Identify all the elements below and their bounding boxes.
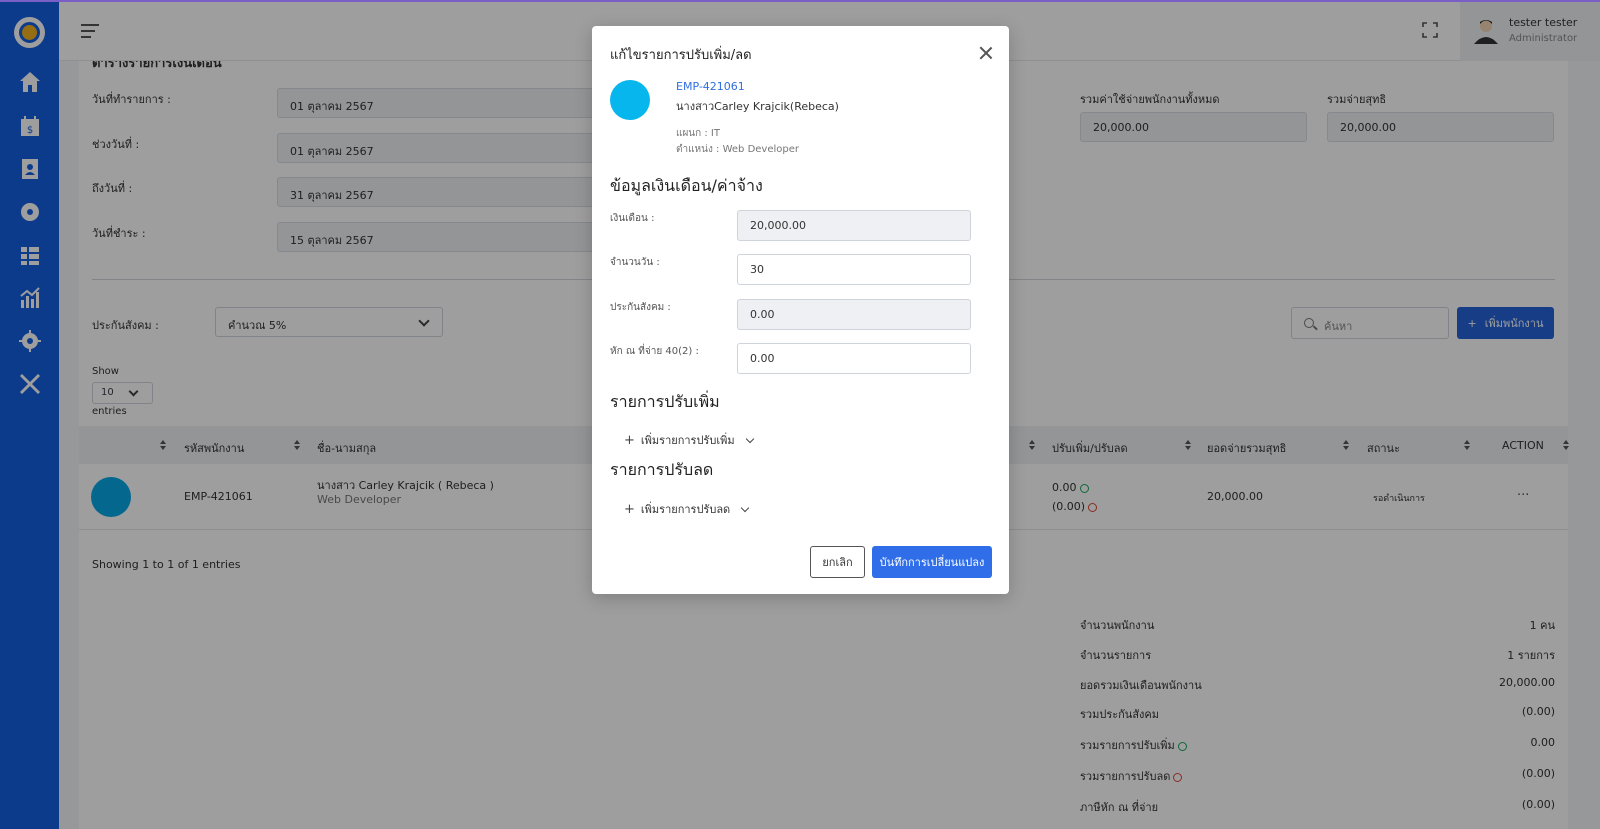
close-icon[interactable] xyxy=(979,46,993,60)
add-minus-item-label: เพิ่มรายการปรับลด xyxy=(640,503,731,516)
employee-position: ตำแหน่ง : Web Developer xyxy=(676,144,800,155)
days-label: จำนวนวัน : xyxy=(610,257,660,268)
employee-department: แผนก : IT xyxy=(676,128,720,139)
chevron-down-icon xyxy=(740,503,750,512)
plus-icon: + xyxy=(624,432,635,448)
top-accent-line xyxy=(0,0,1600,2)
social-security-label: ประกันสังคม : xyxy=(610,302,671,313)
salary-section-title: ข้อมูลเงินเดือน/ค่าจ้าง xyxy=(610,176,763,195)
plus-section-title: รายการปรับเพิ่ม xyxy=(610,392,720,411)
save-changes-button[interactable]: บันทึกการเปลี่ยนแปลง xyxy=(872,546,992,578)
add-plus-item-label: เพิ่มรายการปรับเพิ่ม xyxy=(640,434,735,447)
social-security-field: 0.00 xyxy=(737,299,971,330)
withholding-tax-label: หัก ณ ที่จ่าย 40(2) : xyxy=(610,346,699,357)
add-plus-item-button[interactable]: + เพิ่มรายการปรับเพิ่ม xyxy=(624,431,754,449)
salary-label: เงินเดือน : xyxy=(610,213,655,224)
cancel-button[interactable]: ยกเลิก xyxy=(810,546,865,578)
employee-name: นางสาวCarley Krajcik(Rebeca) xyxy=(676,100,839,113)
modal-title: แก้ไขรายการปรับเพิ่ม/ลด xyxy=(610,48,752,63)
salary-field: 20,000.00 xyxy=(737,210,971,241)
add-minus-item-button[interactable]: + เพิ่มรายการปรับลด xyxy=(624,500,750,518)
plus-icon: + xyxy=(624,501,635,517)
days-input[interactable]: 30 xyxy=(737,254,971,285)
minus-section-title: รายการปรับลด xyxy=(610,460,714,479)
employee-avatar xyxy=(610,80,650,120)
withholding-tax-input[interactable]: 0.00 xyxy=(737,343,971,374)
employee-code-link[interactable]: EMP-421061 xyxy=(676,80,745,93)
edit-adjustment-modal: แก้ไขรายการปรับเพิ่ม/ลด EMP-421061 นางสา… xyxy=(592,26,1009,594)
chevron-down-icon xyxy=(745,434,754,443)
